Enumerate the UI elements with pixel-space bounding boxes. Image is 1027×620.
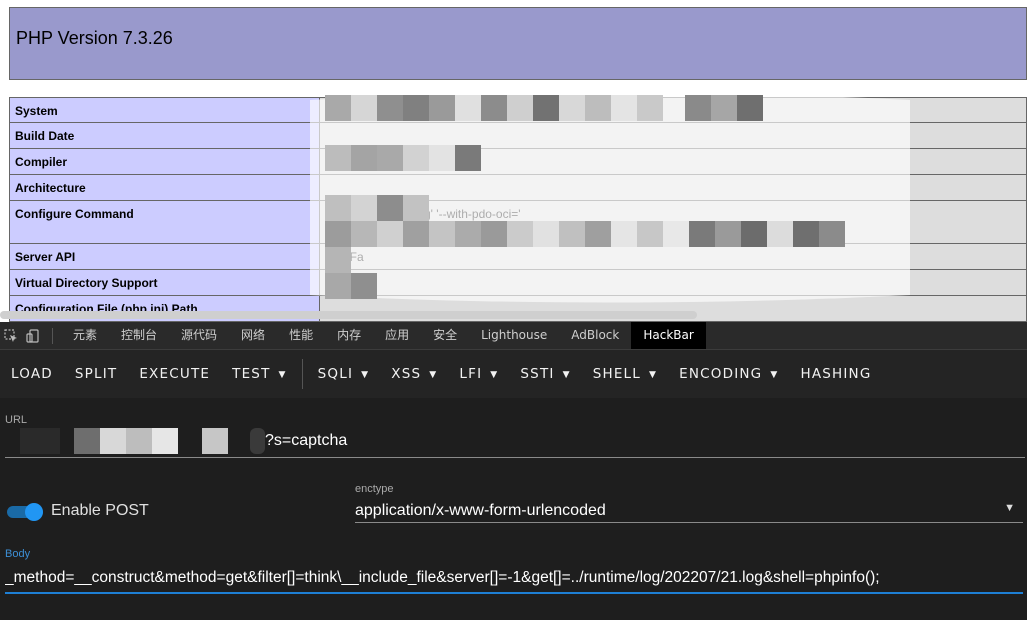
lfi-menu-button[interactable]: LFI ▼ — [448, 350, 509, 398]
devtools-tab-bar: 元素 控制台 源代码 网络 性能 内存 应用 安全 Lighthouse AdB… — [0, 322, 1027, 350]
tab-application[interactable]: 应用 — [373, 322, 421, 349]
row-key: Server API — [9, 244, 320, 270]
table-row: Compiler M — [9, 149, 1027, 175]
tab-console[interactable]: 控制台 — [109, 322, 169, 349]
enctype-label: enctype — [355, 483, 394, 495]
hashing-label: HASHING — [800, 366, 872, 382]
ssti-menu-button[interactable]: SSTI ▼ — [509, 350, 581, 398]
row-value — [320, 270, 1027, 296]
table-row: Virtual Directory Support — [9, 270, 1027, 296]
row-value: CGI/Fa — [320, 244, 1027, 270]
load-button[interactable]: LOAD — [0, 350, 64, 398]
php-version-title: PHP Version 7.3.26 — [16, 28, 173, 48]
execute-button[interactable]: EXECUTE — [128, 350, 221, 398]
xss-label: XSS — [391, 366, 422, 382]
shell-menu-button[interactable]: SHELL ▼ — [582, 350, 668, 398]
phpinfo-page: PHP Version 7.3.26 System Build Date Com… — [0, 0, 1027, 322]
hashing-menu-button[interactable]: HASHING — [789, 350, 882, 398]
caret-down-icon: ▼ — [562, 370, 571, 380]
xss-menu-button[interactable]: XSS ▼ — [380, 350, 448, 398]
divider — [301, 359, 303, 389]
tab-memory[interactable]: 内存 — [325, 322, 373, 349]
divider — [52, 327, 53, 344]
tab-sources[interactable]: 源代码 — [169, 322, 229, 349]
sqli-label: SQLI — [317, 366, 354, 382]
enctype-select[interactable]: application/x-www-form-urlencoded ▼ — [355, 498, 1023, 523]
enable-post-toggle[interactable] — [7, 503, 45, 521]
dropdown-arrow-icon: ▼ — [1004, 502, 1015, 514]
toggle-knob — [25, 503, 43, 521]
row-key: Compiler — [9, 149, 320, 175]
encoding-label: ENCODING — [679, 366, 763, 382]
tab-elements[interactable]: 元素 — [61, 322, 109, 349]
execute-label: EXECUTE — [139, 366, 211, 382]
body-text: _method=__construct&method=get&filter[]=… — [5, 569, 880, 586]
row-key: Configure Command — [9, 201, 320, 244]
tab-adblock[interactable]: AdBlock — [559, 322, 631, 349]
lfi-label: LFI — [459, 366, 483, 382]
tab-network[interactable]: 网络 — [229, 322, 277, 349]
body-input[interactable]: _method=__construct&method=get&filter[]=… — [5, 564, 1023, 594]
shell-label: SHELL — [592, 366, 641, 382]
caret-down-icon: ▼ — [770, 370, 779, 380]
horizontal-scrollbar[interactable] — [0, 311, 697, 319]
url-redaction — [20, 428, 265, 454]
tab-performance[interactable]: 性能 — [277, 322, 325, 349]
tab-lighthouse[interactable]: Lighthouse — [469, 322, 559, 349]
sqli-menu-button[interactable]: SQLI ▼ — [307, 350, 381, 398]
caret-down-icon: ▼ — [429, 370, 438, 380]
row-value — [320, 123, 1027, 149]
split-label: SPLIT — [74, 366, 118, 382]
encoding-menu-button[interactable]: ENCODING ▼ — [668, 350, 789, 398]
hackbar-form: URL ?s=captcha Enable POST enctype appli… — [0, 398, 1027, 620]
row-value — [320, 97, 1027, 123]
url-input[interactable]: ?s=captcha — [5, 428, 1025, 458]
row-value: M — [320, 149, 1027, 175]
hackbar-toolbar: LOAD SPLIT EXECUTE TEST ▼ SQLI ▼ XSS ▼ LFI ▼… — [0, 350, 1027, 398]
caret-down-icon: ▼ — [649, 370, 658, 380]
ssti-label: SSTI — [520, 366, 555, 382]
table-row: Architecture — [9, 175, 1027, 201]
row-value — [320, 175, 1027, 201]
row-key: Build Date — [9, 123, 320, 149]
table-row: System — [9, 97, 1027, 123]
row-key: Architecture — [9, 175, 320, 201]
php-header: PHP Version 7.3.26 — [9, 7, 1027, 80]
split-button[interactable]: SPLIT — [64, 350, 128, 398]
url-label: URL — [5, 414, 28, 426]
caret-down-icon: ▼ — [278, 370, 287, 380]
phpinfo-table: System Build Date Compiler M Architectur… — [9, 97, 1027, 322]
row-key: Virtual Directory Support — [9, 270, 320, 296]
row-value: c '--enable-mbstring' '--with-pdo-oci=' — [320, 201, 1027, 244]
tab-hackbar[interactable]: HackBar — [631, 322, 706, 349]
tab-security[interactable]: 安全 — [421, 322, 469, 349]
enable-post-label: Enable POST — [51, 502, 149, 519]
devtools-panel: 元素 控制台 源代码 网络 性能 内存 应用 安全 Lighthouse AdB… — [0, 322, 1027, 620]
body-label: Body — [5, 548, 31, 560]
device-toggle-icon[interactable] — [22, 326, 44, 346]
row-key: System — [9, 97, 320, 123]
test-label: TEST — [232, 366, 271, 382]
inspect-icon[interactable] — [0, 326, 22, 346]
table-row: Configure Command c '--enable-mbstring' … — [9, 201, 1027, 244]
caret-down-icon: ▼ — [361, 370, 370, 380]
table-row: Server API CGI/Fa — [9, 244, 1027, 270]
caret-down-icon: ▼ — [490, 370, 499, 380]
enctype-value: application/x-www-form-urlencoded — [355, 502, 606, 519]
load-label: LOAD — [11, 366, 53, 382]
test-menu-button[interactable]: TEST ▼ — [221, 350, 298, 398]
url-text: ?s=captcha — [265, 432, 348, 449]
table-row: Build Date — [9, 123, 1027, 149]
